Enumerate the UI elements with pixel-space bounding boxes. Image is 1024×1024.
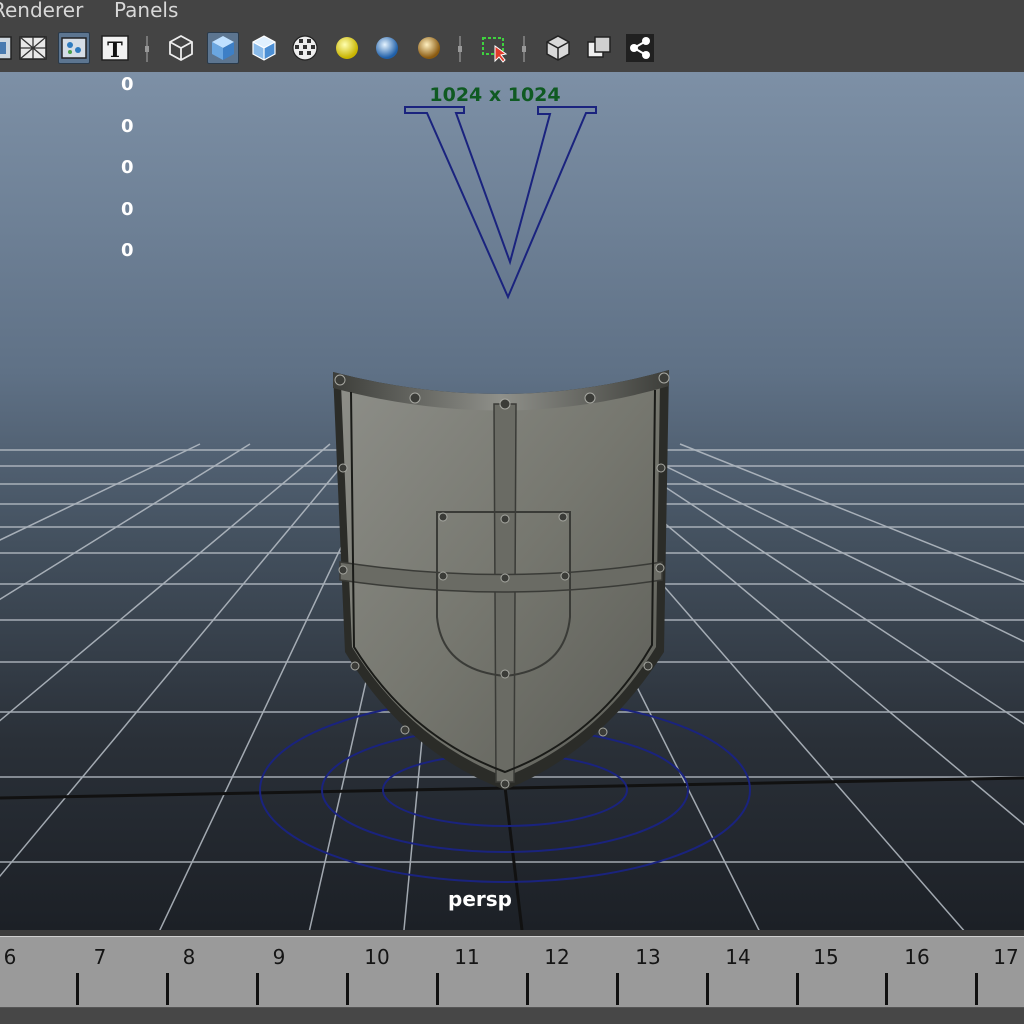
time-tick [166, 973, 169, 1005]
toolbar-separator [458, 36, 462, 62]
time-tick-label: 9 [272, 945, 286, 969]
camera-name-label: persp [448, 887, 512, 911]
time-tick [76, 973, 79, 1005]
hud-value: 0 [121, 199, 134, 220]
textured-icon[interactable] [290, 33, 320, 63]
time-tick-label: 10 [364, 945, 390, 969]
time-tick-label: 11 [454, 945, 480, 969]
menu-renderer[interactable]: Renderer [0, 0, 83, 22]
use-lights-icon[interactable] [414, 33, 444, 63]
hud-text-icon[interactable]: T [100, 33, 130, 63]
time-tick-label: 16 [904, 945, 930, 969]
xray-joints-icon[interactable] [584, 33, 614, 63]
isolate-select-icon[interactable] [480, 33, 510, 63]
panel-toolbar: T [0, 24, 1024, 73]
time-tick [796, 973, 799, 1005]
shaded-wireframe-cube-icon[interactable] [249, 33, 279, 63]
svg-text:T: T [107, 37, 123, 62]
grid-icon[interactable] [18, 33, 48, 63]
time-tick-label: 15 [813, 945, 839, 969]
time-tick [346, 973, 349, 1005]
hud-value: 0 [121, 157, 134, 178]
time-tick [885, 973, 888, 1005]
time-tick [436, 973, 439, 1005]
share-icon[interactable] [625, 33, 655, 63]
menu-panels[interactable]: Panels [114, 0, 178, 22]
hud-value: 0 [121, 74, 134, 95]
hud-value: 0 [121, 116, 134, 137]
time-tick [256, 973, 259, 1005]
time-tick-label: 13 [635, 945, 661, 969]
time-tick-label: 7 [93, 945, 107, 969]
smooth-shade-cube-icon[interactable] [207, 32, 239, 64]
time-tick-label: 17 [993, 945, 1019, 969]
time-tick [706, 973, 709, 1005]
time-slider[interactable]: 6 7 8 9 10 11 12 13 14 15 16 17 [0, 930, 1024, 1024]
time-tick-label: 6 [3, 945, 17, 969]
default-light-icon[interactable] [332, 33, 362, 63]
all-lights-icon[interactable] [372, 33, 402, 63]
time-tick [975, 973, 978, 1005]
toolbar-separator [522, 36, 526, 62]
time-tick-label: 14 [725, 945, 751, 969]
camera-attributes-icon[interactable] [0, 33, 16, 63]
time-slider-track[interactable]: 6 7 8 9 10 11 12 13 14 15 16 17 [0, 936, 1024, 1008]
time-tick-label: 8 [182, 945, 196, 969]
wireframe-cube-icon[interactable] [166, 33, 196, 63]
scene-canvas[interactable] [0, 72, 1024, 930]
resolution-gate-arrow [404, 106, 597, 300]
hud-value: 0 [121, 240, 134, 261]
resolution-gate-icon[interactable] [58, 32, 90, 64]
perspective-viewport[interactable]: 0 0 0 0 0 1024 x 1024 persp [0, 72, 1024, 930]
time-tick [616, 973, 619, 1005]
xray-icon[interactable] [543, 33, 573, 63]
resolution-label: 1024 x 1024 [429, 84, 561, 106]
time-tick-label: 12 [544, 945, 570, 969]
toolbar-separator [145, 36, 149, 62]
range-slider-bar[interactable] [0, 1008, 1024, 1024]
shield-model [333, 370, 670, 790]
time-tick [526, 973, 529, 1005]
menu-bar: Renderer Panels [0, 0, 1024, 24]
